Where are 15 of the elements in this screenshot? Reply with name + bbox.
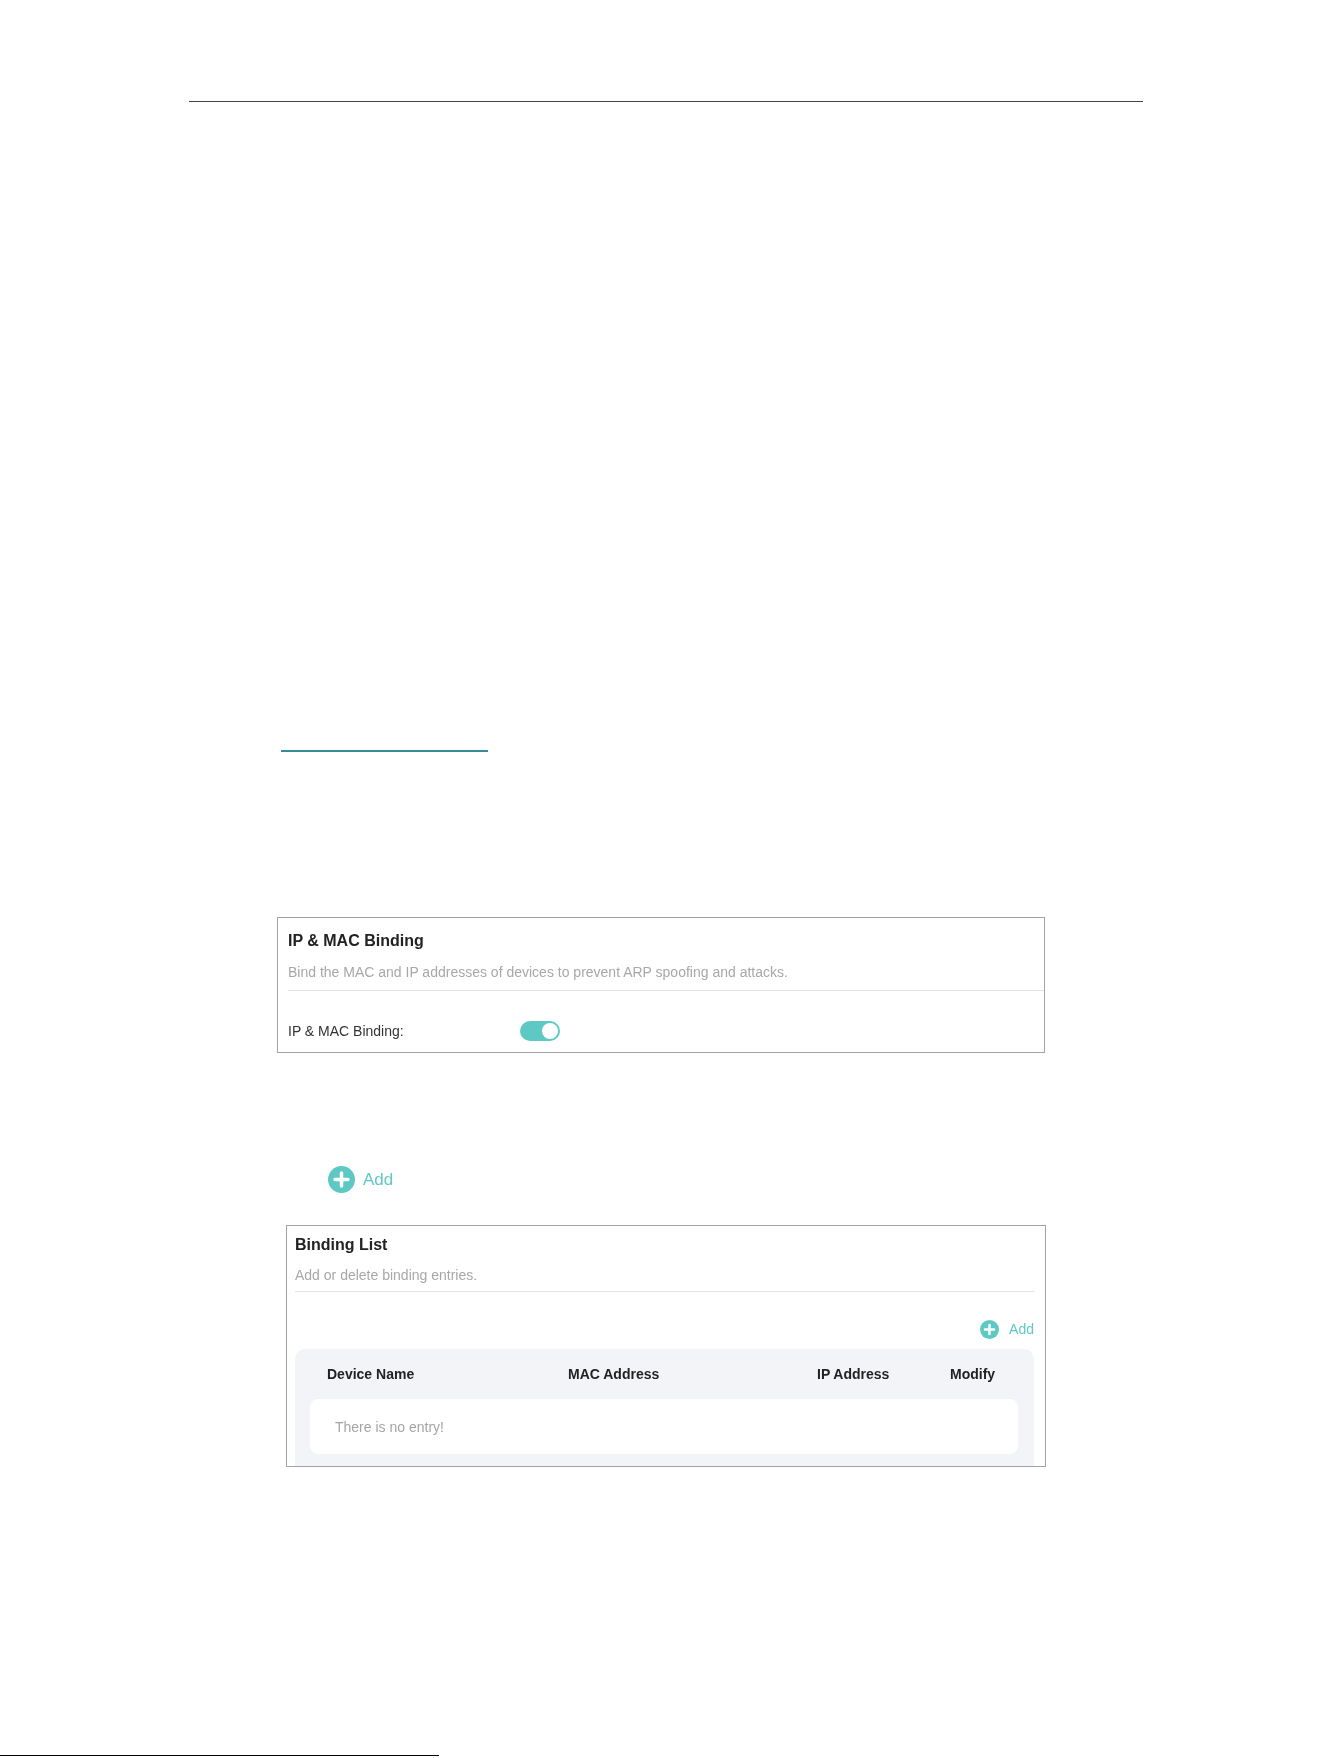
toggle-switch[interactable]	[520, 1021, 560, 1041]
panel-title: Binding List	[295, 1235, 388, 1255]
column-header: IP Address	[817, 1365, 890, 1384]
panel-title: IP & MAC Binding	[288, 931, 424, 951]
panel-description: Bind the MAC and IP addresses of devices to prevent ARP spoofing and attacks.	[288, 963, 788, 982]
column-header: MAC Address	[568, 1365, 660, 1384]
plus-circle-icon	[328, 1166, 355, 1193]
add-button[interactable]: Add	[980, 1320, 1034, 1339]
plus-circle-icon	[980, 1320, 1000, 1339]
panel-description: Add or delete binding entries.	[295, 1266, 478, 1285]
column-header: Modify	[950, 1365, 996, 1384]
field-label: IP & MAC Binding:	[288, 1022, 405, 1041]
column-header: Device Name	[327, 1365, 415, 1384]
add-button[interactable]: Add	[328, 1166, 394, 1193]
empty-message: There is no entry!	[335, 1417, 444, 1437]
